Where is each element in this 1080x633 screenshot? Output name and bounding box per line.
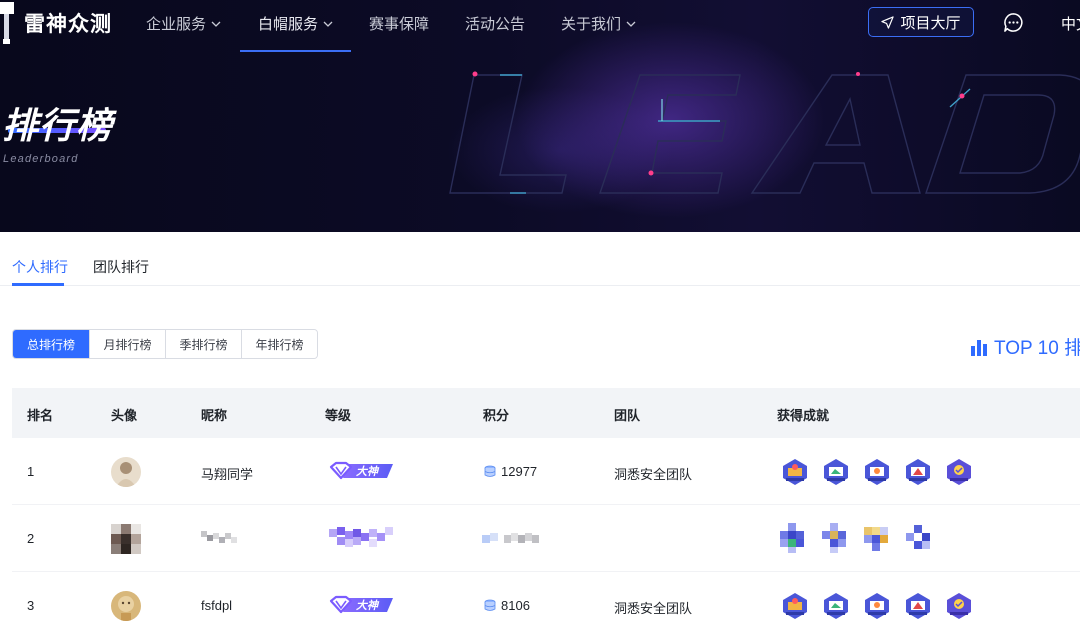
chevron-down-icon [323, 21, 333, 27]
table-row[interactable]: 3 fsfdpl 大神 8106 洞悉安全团队 [12, 572, 1080, 633]
language-switch[interactable]: 中文 [1061, 13, 1080, 34]
level-badge [329, 527, 393, 547]
column-rank: 排名 [27, 408, 54, 423]
achievement-list [782, 458, 972, 486]
nickname-cell[interactable] [201, 529, 237, 545]
table-row[interactable]: 1 马翔同学 大神 12977 洞悉安全团队 [12, 438, 1080, 505]
nav-announcements[interactable]: 活动公告 [465, 13, 525, 34]
page-subtitle: Leaderboard [3, 153, 79, 165]
team-cell[interactable]: 洞悉安全团队 [614, 464, 692, 483]
top-navigation: 雷神众测 企业服务 白帽服务 赛事保障 活动公告 关于我们 项目大厅 中 [0, 0, 1080, 52]
page-title: 排行榜 [2, 105, 114, 146]
chevron-down-icon [211, 21, 221, 27]
nav-whitehat-services[interactable]: 白帽服务 [258, 13, 333, 34]
brand-name: 雷神众测 [24, 13, 112, 36]
top10-label: TOP 10 排行 [994, 338, 1080, 359]
nickname-cell[interactable]: 马翔同学 [201, 464, 253, 483]
table-header: 排名 头像 昵称 等级 积分 团队 获得成就 [12, 388, 1080, 438]
nickname-cell[interactable]: fsfdpl [201, 598, 232, 613]
nav-label: 关于我们 [561, 16, 622, 33]
avatar[interactable] [111, 591, 141, 621]
column-team: 团队 [614, 408, 641, 423]
level-label: 大神 [356, 466, 378, 478]
achievement-badge-icon[interactable] [822, 523, 852, 553]
achievement-badge-icon[interactable] [905, 592, 931, 620]
rank-cell: 2 [27, 531, 35, 546]
achievement-badge-icon[interactable] [864, 592, 890, 620]
filter-total[interactable]: 总排行榜 [13, 330, 89, 358]
bar-chart-icon [971, 339, 987, 356]
points-value: 12977 [501, 464, 538, 479]
achievement-badge-icon[interactable] [782, 458, 808, 486]
filter-yearly[interactable]: 年排行榜 [241, 330, 317, 358]
achievement-badge-icon[interactable] [823, 458, 849, 486]
achievement-list [780, 523, 936, 553]
filter-monthly[interactable]: 月排行榜 [89, 330, 165, 358]
nav-enterprise-services[interactable]: 企业服务 [146, 13, 221, 34]
column-nickname: 昵称 [201, 408, 228, 423]
achievement-badge-icon[interactable] [946, 592, 972, 620]
achievement-badge-icon[interactable] [864, 523, 894, 553]
column-level: 等级 [325, 408, 352, 423]
points-cell: 12977 [484, 464, 537, 479]
ranking-tabs: 个人排行 团队排行 [0, 232, 1080, 286]
tab-personal-ranking[interactable]: 个人排行 [12, 257, 68, 277]
avatar[interactable] [111, 524, 141, 554]
achievement-badge-icon[interactable] [905, 458, 931, 486]
nav-label: 企业服务 [146, 16, 207, 33]
rank-cell: 1 [27, 464, 35, 479]
coin-stack-icon [484, 599, 496, 611]
level-badge: 大神 [329, 461, 393, 481]
hero-banner: 雷神众测 企业服务 白帽服务 赛事保障 活动公告 关于我们 项目大厅 中 排行榜… [0, 0, 1080, 232]
team-cell[interactable]: 洞悉安全团队 [614, 598, 692, 617]
nav-about-us[interactable]: 关于我们 [561, 13, 636, 34]
achievement-list [782, 592, 972, 620]
achievement-badge-icon[interactable] [823, 592, 849, 620]
filter-quarterly[interactable]: 季排行榜 [165, 330, 241, 358]
hero-outline-letters [449, 71, 1080, 194]
column-avatar: 头像 [111, 408, 138, 423]
achievement-badge-icon[interactable] [782, 592, 808, 620]
tab-team-ranking[interactable]: 团队排行 [93, 257, 149, 277]
column-points: 积分 [483, 408, 510, 423]
points-cell [482, 533, 539, 543]
achievement-badge-icon[interactable] [906, 523, 936, 553]
points-cell: 8106 [484, 598, 530, 613]
navigation-arrow-icon [881, 15, 895, 29]
project-hall-label: 项目大厅 [900, 14, 961, 32]
brand-logo[interactable]: 雷神众测 [0, 2, 112, 44]
tab-active-indicator [12, 283, 64, 286]
achievement-badge-icon[interactable] [780, 523, 810, 553]
hammer-icon [0, 2, 14, 44]
column-achievements: 获得成就 [777, 408, 830, 423]
achievement-badge-icon[interactable] [864, 458, 890, 486]
nav-label: 赛事保障 [369, 16, 430, 33]
achievement-badge-icon[interactable] [946, 458, 972, 486]
level-badge: 大神 [329, 595, 393, 615]
level-label: 大神 [356, 600, 378, 612]
chevron-down-icon [626, 21, 636, 27]
project-hall-button[interactable]: 项目大厅 [868, 7, 974, 37]
rank-cell: 3 [27, 598, 35, 613]
avatar[interactable] [111, 457, 141, 487]
nav-active-indicator [240, 50, 351, 52]
period-filter: 总排行榜 月排行榜 季排行榜 年排行榜 [12, 329, 318, 359]
points-value: 8106 [501, 598, 530, 613]
nav-event-support[interactable]: 赛事保障 [369, 13, 429, 34]
coin-stack-icon [484, 465, 496, 477]
nav-label: 白帽服务 [258, 16, 319, 33]
table-row[interactable]: 2 [12, 505, 1080, 572]
message-icon[interactable] [1003, 12, 1024, 33]
top10-link[interactable]: TOP 10 排行 [970, 333, 1080, 360]
nav-label: 活动公告 [465, 16, 526, 33]
